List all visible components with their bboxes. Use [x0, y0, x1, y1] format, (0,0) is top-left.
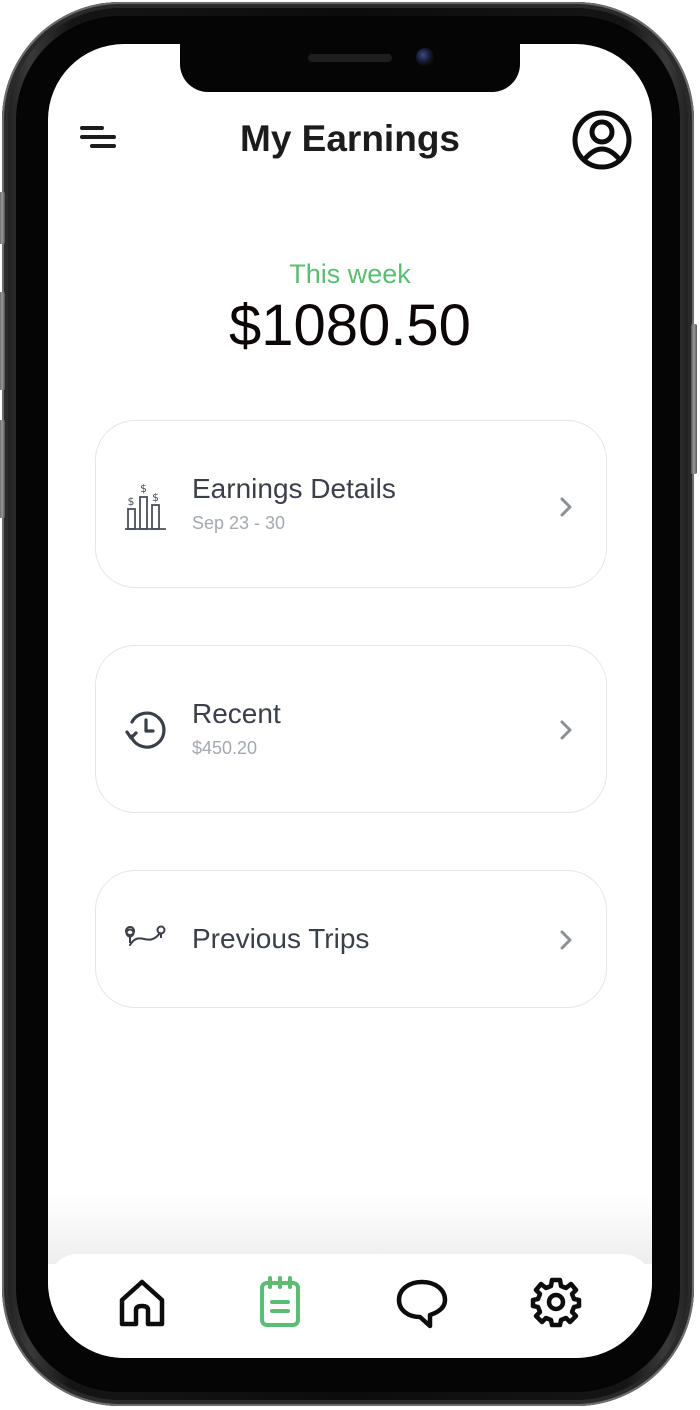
- notepad-icon[interactable]: [252, 1274, 308, 1330]
- chat-bubble-icon[interactable]: [394, 1274, 450, 1330]
- speaker-grille: [308, 54, 392, 62]
- earnings-details-card[interactable]: $ $ $ Earnings Details Sep 23 - 30: [95, 420, 607, 588]
- volume-down-button: [0, 420, 5, 518]
- page-title: My Earnings: [240, 118, 460, 159]
- chevron-right-icon: [560, 720, 572, 740]
- earnings-chart-icon: $ $ $: [125, 482, 166, 530]
- chevron-right-icon: [560, 497, 572, 517]
- front-camera: [416, 48, 434, 66]
- card-subtitle: $450.20: [192, 738, 258, 758]
- card-title: Earnings Details: [192, 473, 396, 504]
- svg-text:$: $: [128, 495, 135, 508]
- weekly-earnings-amount: $1080.50: [229, 293, 471, 358]
- history-clock-icon: [125, 711, 166, 749]
- gear-icon[interactable]: [528, 1274, 584, 1330]
- app-screen: My Earnings This week $1080.50 $ $ $ Ear…: [48, 44, 652, 1358]
- card-subtitle: Sep 23 - 30: [192, 513, 286, 533]
- period-label: This week: [289, 259, 411, 289]
- volume-up-button: [0, 292, 5, 390]
- card-title: Previous Trips: [192, 923, 370, 954]
- power-button: [691, 324, 697, 474]
- card-title: Recent: [192, 698, 281, 729]
- phone-notch: [180, 40, 520, 92]
- svg-text:$: $: [152, 491, 159, 504]
- chevron-right-icon: [560, 930, 572, 950]
- route-icon: [125, 925, 166, 946]
- home-icon[interactable]: [114, 1274, 170, 1330]
- silent-switch: [0, 192, 5, 244]
- recent-card[interactable]: Recent $450.20: [95, 645, 607, 813]
- previous-trips-card[interactable]: Previous Trips: [95, 870, 607, 1008]
- svg-text:$: $: [140, 482, 147, 495]
- user-circle-icon[interactable]: [570, 108, 634, 172]
